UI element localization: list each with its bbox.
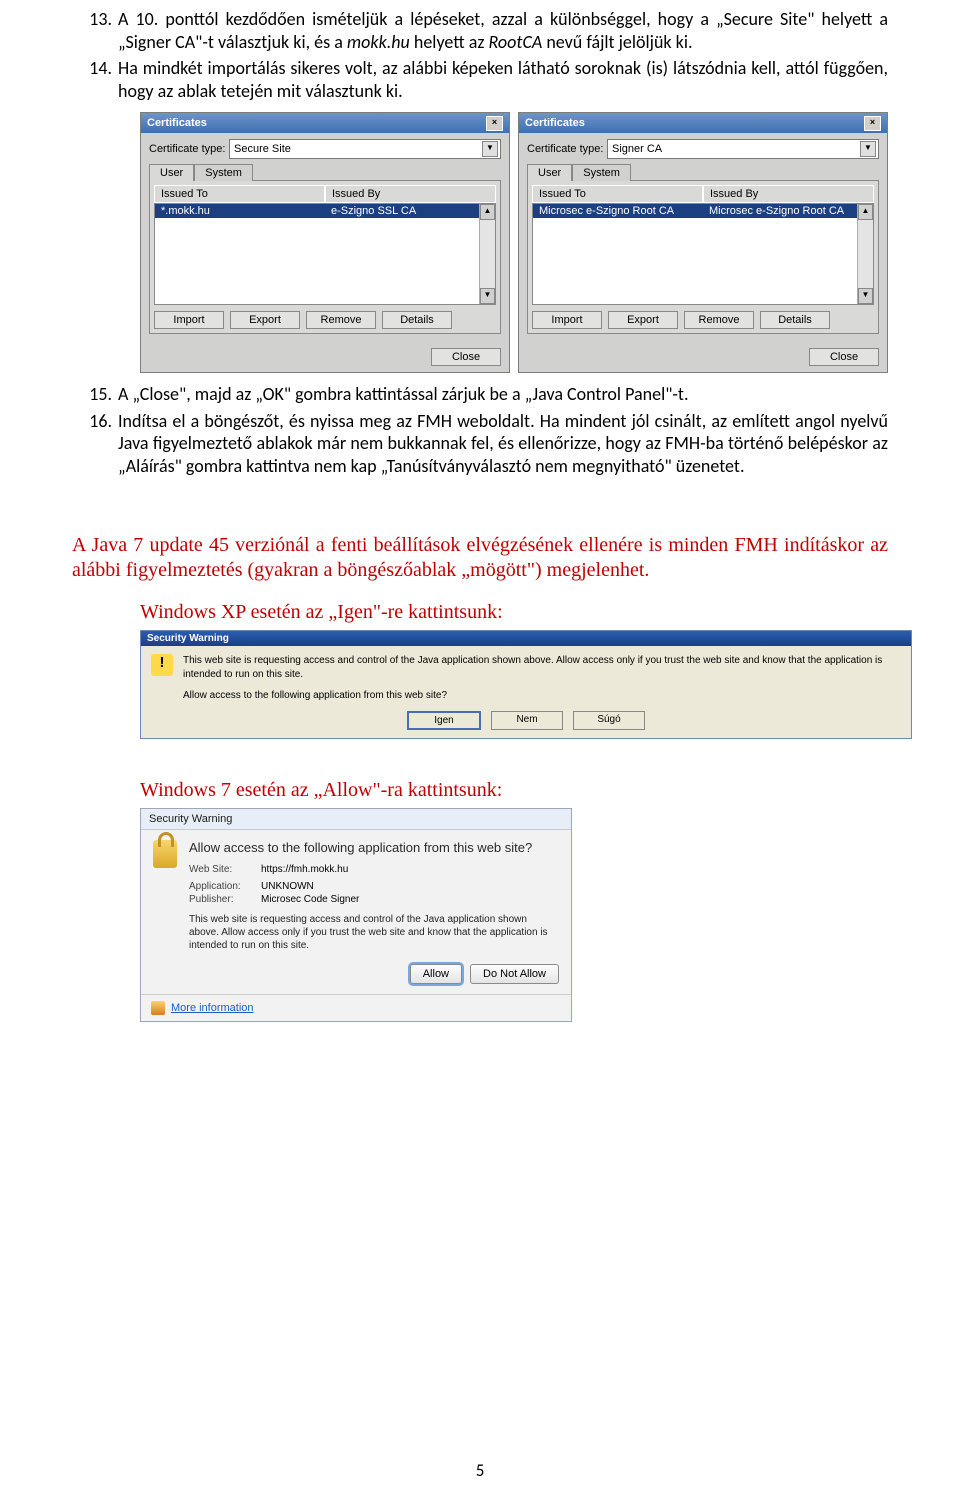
list-number: 15. [72,383,118,406]
warning-line1: This web site is requesting access and c… [183,654,901,681]
application-value: UNKNOWN [261,881,314,892]
list-item-14: 14. Ha mindkét importálás sikeres volt, … [72,57,888,102]
page-number: 5 [0,1460,960,1481]
list-number: 13. [72,8,118,53]
allow-button[interactable]: Allow [410,964,462,984]
scroll-down-icon[interactable]: ▼ [858,288,873,304]
xp-instruction-heading: Windows XP esetén az „Igen"-re kattintsu… [140,601,888,624]
list-text: Indítsa el a böngészőt, és nyissa meg az… [118,410,888,478]
tab-user[interactable]: User [527,164,572,181]
column-issued-to[interactable]: Issued To [532,185,703,203]
warning-question: Allow access to the following applicatio… [189,840,559,857]
website-label: Web Site: [189,864,261,875]
publisher-value: Microsec Code Signer [261,894,359,905]
certificates-panel: Issued To Issued By *.mokk.hu e-Szigno S… [149,180,501,334]
instruction-list-continued: 15. A „Close", majd az „OK" gombra katti… [72,383,888,477]
application-label: Application: [189,881,261,892]
document-page: 13. A 10. ponttól kezdődően ismételjük a… [0,0,960,1493]
cell-issued-by: e-Szigno SSL CA [325,204,495,218]
xp-security-warning-dialog: Security Warning This web site is reques… [140,630,912,739]
shield-icon [151,1001,165,1015]
remove-button[interactable]: Remove [306,311,376,329]
dialog-titlebar: Certificates × [141,113,509,133]
scrollbar[interactable]: ▲ ▼ [857,204,873,304]
close-button[interactable]: Close [809,348,879,366]
cell-issued-to: Microsec e-Szigno Root CA [533,204,703,218]
warning-paragraph: A Java 7 update 45 verziónál a fenti beá… [72,533,888,583]
list-item-13: 13. A 10. ponttól kezdődően ismételjük a… [72,8,888,53]
cell-issued-by: Microsec e-Szigno Root CA [703,204,873,218]
certificate-type-label: Certificate type: [149,143,229,155]
list-text: A 10. ponttól kezdődően ismételjük a lép… [118,8,888,53]
column-issued-to[interactable]: Issued To [154,185,325,203]
list-text: Ha mindkét importálás sikeres volt, az a… [118,57,888,102]
close-icon[interactable]: × [864,116,881,131]
details-button[interactable]: Details [382,311,452,329]
column-issued-by[interactable]: Issued By [325,185,496,203]
table-row[interactable]: *.mokk.hu e-Szigno SSL CA [155,204,495,218]
remove-button[interactable]: Remove [684,311,754,329]
yes-button[interactable]: Igen [407,711,481,730]
lock-icon [153,840,177,868]
scroll-up-icon[interactable]: ▲ [858,204,873,220]
publisher-label: Publisher: [189,894,261,905]
warning-icon [151,654,173,676]
table-row[interactable]: Microsec e-Szigno Root CA Microsec e-Szi… [533,204,873,218]
list-text: A „Close", majd az „OK" gombra kattintás… [118,383,888,406]
table-header: Issued To Issued By [154,185,496,203]
list-number: 14. [72,57,118,102]
close-icon[interactable]: × [486,116,503,131]
instruction-list: 13. A 10. ponttól kezdődően ismételjük a… [72,8,888,102]
close-button[interactable]: Close [431,348,501,366]
export-button[interactable]: Export [230,311,300,329]
export-button[interactable]: Export [608,311,678,329]
scroll-up-icon[interactable]: ▲ [480,204,495,220]
certificate-type-combo[interactable]: Signer CA ▼ [607,139,879,159]
tab-user[interactable]: User [149,164,194,181]
certificates-list[interactable]: Microsec e-Szigno Root CA Microsec e-Szi… [532,203,874,305]
tab-system[interactable]: System [194,164,253,181]
chevron-down-icon[interactable]: ▼ [482,141,498,157]
no-button[interactable]: Nem [491,711,563,730]
column-issued-by[interactable]: Issued By [703,185,874,203]
import-button[interactable]: Import [154,311,224,329]
warning-line2: Allow access to the following applicatio… [183,689,901,703]
dialog-title: Certificates [525,117,585,129]
warning-text: This web site is requesting access and c… [183,654,901,703]
combo-value: Signer CA [612,143,662,155]
chevron-down-icon[interactable]: ▼ [860,141,876,157]
list-number: 16. [72,410,118,478]
scrollbar[interactable]: ▲ ▼ [479,204,495,304]
certificates-dialog-right: Certificates × Certificate type: Signer … [518,112,888,373]
certificates-panel: Issued To Issued By Microsec e-Szigno Ro… [527,180,879,334]
more-information-link[interactable]: More information [171,1002,254,1014]
list-item-15: 15. A „Close", majd az „OK" gombra katti… [72,383,888,406]
certificate-type-label: Certificate type: [527,143,607,155]
dialog-titlebar: Security Warning [141,809,571,830]
certificate-type-combo[interactable]: Secure Site ▼ [229,139,501,159]
warning-description: This web site is requesting access and c… [189,913,559,952]
certificates-dialog-left: Certificates × Certificate type: Secure … [140,112,510,373]
scroll-down-icon[interactable]: ▼ [480,288,495,304]
combo-value: Secure Site [234,143,291,155]
details-button[interactable]: Details [760,311,830,329]
dialog-title: Certificates [147,117,207,129]
dialog-titlebar: Security Warning [141,631,911,646]
website-value: https://fmh.mokk.hu [261,864,348,875]
w7-instruction-heading: Windows 7 esetén az „Allow"-ra kattintsu… [140,779,888,802]
import-button[interactable]: Import [532,311,602,329]
certificates-list[interactable]: *.mokk.hu e-Szigno SSL CA ▲ ▼ [154,203,496,305]
help-button[interactable]: Súgó [573,711,645,730]
table-header: Issued To Issued By [532,185,874,203]
tab-system[interactable]: System [572,164,631,181]
cell-issued-to: *.mokk.hu [155,204,325,218]
list-item-16: 16. Indítsa el a böngészőt, és nyissa me… [72,410,888,478]
w7-security-warning-dialog: Security Warning Allow access to the fol… [140,808,572,1023]
dialog-titlebar: Certificates × [519,113,887,133]
do-not-allow-button[interactable]: Do Not Allow [470,964,559,984]
certificates-screenshots-row: Certificates × Certificate type: Secure … [140,112,888,373]
